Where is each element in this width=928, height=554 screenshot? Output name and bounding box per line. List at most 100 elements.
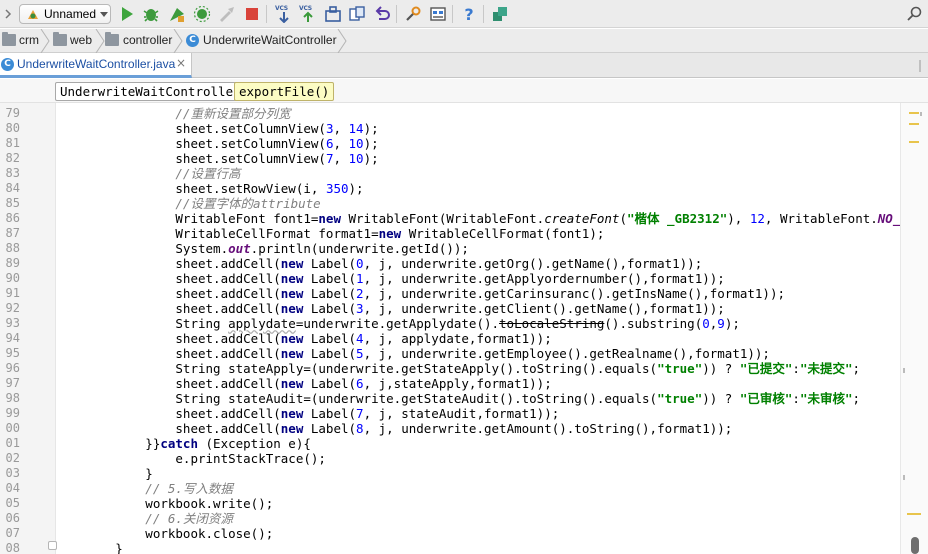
method-bar-class[interactable]: UnderwriteWaitController (55, 82, 246, 101)
code-token: 5 (356, 346, 364, 361)
settings-icon[interactable] (404, 5, 422, 23)
fold-icon[interactable] (48, 541, 57, 550)
code-line[interactable]: sheet.addCell(new Label(7, j, stateAudit… (56, 406, 559, 421)
code-line[interactable]: sheet.setColumnView(6, 10); (56, 136, 378, 151)
code-line[interactable]: WritableCellFormat format1=new WritableC… (56, 226, 604, 241)
line-number: 87 (5, 226, 20, 240)
code-line[interactable]: sheet.setColumnView(3, 14); (56, 121, 378, 136)
code-line[interactable]: WritableFont font1=new WritableFont(Writ… (56, 211, 900, 226)
code-line[interactable]: //设置行高 (56, 166, 240, 181)
svg-text:?: ? (464, 5, 473, 23)
code-line[interactable]: // 6.关闭资源 (56, 511, 233, 526)
code-token: new (280, 331, 304, 346)
code-token: sheet.addCell( (56, 256, 281, 271)
stop-icon[interactable] (243, 5, 261, 23)
build-icon[interactable] (218, 5, 236, 23)
breadcrumb-item-controller[interactable]: controller (105, 29, 181, 53)
code-line[interactable]: sheet.addCell(new Label(5, j, underwrite… (56, 346, 770, 361)
line-number: 94 (5, 331, 20, 345)
code-line[interactable]: sheet.setColumnView(7, 10); (56, 151, 379, 166)
code-token: 8 (356, 421, 364, 436)
line-number: 85 (5, 196, 20, 210)
code-token: new (280, 256, 304, 271)
code-editor[interactable]: //重新设置部分列宽 sheet.setColumnView(3, 14); s… (56, 103, 900, 554)
code-line[interactable]: workbook.write(); (56, 496, 273, 511)
code-line[interactable]: String applydate=underwrite.getApplydate… (56, 316, 739, 331)
code-line[interactable]: e.printStackTrace(); (56, 451, 326, 466)
line-number: 83 (5, 166, 20, 180)
error-stripe-margin[interactable] (900, 103, 928, 554)
code-line[interactable]: String stateApply=(underwrite.getStateAp… (56, 361, 860, 376)
line-number: 90 (5, 271, 20, 285)
breadcrumb-item-class[interactable]: C UnderwriteWaitController (184, 29, 344, 53)
code-line[interactable]: } (56, 541, 123, 554)
method-bar-method[interactable]: exportFile() (234, 82, 335, 101)
code-line[interactable]: System.out.println(underwrite.getId()); (56, 241, 469, 256)
code-line[interactable]: sheet.addCell(new Label(6, j,stateApply,… (56, 376, 551, 391)
tab-underwrite-wait-controller[interactable]: C UnderwriteWaitController.java × (0, 53, 192, 78)
vertical-marker (903, 475, 905, 480)
main-toolbar: Unnamed VCS VCS ? (0, 0, 928, 28)
tab-list-icon[interactable] (913, 59, 927, 73)
vcs-commit-icon[interactable]: VCS (299, 5, 317, 23)
project-structure-icon[interactable] (429, 5, 447, 23)
code-line[interactable]: sheet.setRowView(i, 350); (56, 181, 363, 196)
run-coverage-icon[interactable] (168, 5, 186, 23)
code-token: new (378, 226, 402, 241)
code-line[interactable]: workbook.close(); (56, 526, 273, 541)
code-line[interactable]: } (56, 466, 153, 481)
code-token: 7 (356, 406, 364, 421)
line-number: 89 (5, 256, 20, 270)
help-icon[interactable]: ? (460, 5, 478, 23)
toolbar-separator (396, 5, 397, 23)
run-configuration-select[interactable]: Unnamed (19, 4, 111, 24)
profile-icon[interactable] (193, 5, 211, 23)
line-number: 99 (5, 406, 20, 420)
folder-icon (105, 32, 119, 46)
code-token: new (280, 286, 304, 301)
code-line[interactable]: sheet.addCell(new Label(0, j, underwrite… (56, 256, 702, 271)
code-token: Label( (303, 301, 357, 316)
code-line[interactable]: //设置字体的attribute (56, 196, 320, 211)
undo-icon[interactable] (373, 5, 391, 23)
vcs-compare-icon[interactable] (348, 5, 366, 23)
code-token: toLocaleString (499, 316, 605, 331)
code-line[interactable]: }}catch (Exception e){ (56, 436, 311, 451)
code-line[interactable]: String stateAudit=(underwrite.getStateAu… (56, 391, 860, 406)
warning-marker[interactable] (909, 123, 919, 125)
warning-marker[interactable] (907, 513, 921, 515)
line-number: 93 (5, 316, 20, 330)
debug-icon[interactable] (142, 5, 160, 23)
code-line[interactable]: //重新设置部分列宽 (56, 106, 290, 121)
line-number: 03 (5, 466, 20, 480)
editor-scrollbar-thumb[interactable] (911, 537, 919, 554)
run-icon[interactable] (118, 5, 136, 23)
code-token: 4 (356, 331, 364, 346)
code-token: sheet.addCell( (56, 346, 281, 361)
code-token: )) ? (702, 361, 740, 376)
search-everywhere-icon[interactable] (905, 5, 923, 23)
vcs-history-icon[interactable] (324, 5, 342, 23)
sdk-icon[interactable] (491, 5, 509, 23)
code-token: , (333, 136, 349, 151)
vcs-update-icon[interactable]: VCS (275, 5, 293, 23)
code-token: ); (363, 151, 379, 166)
code-token: 2 (356, 286, 364, 301)
close-icon[interactable]: × (176, 56, 186, 70)
code-line[interactable]: sheet.addCell(new Label(3, j, underwrite… (56, 301, 724, 316)
code-token: 1 (356, 271, 364, 286)
code-line[interactable]: sheet.addCell(new Label(8, j, underwrite… (56, 421, 732, 436)
warning-marker[interactable] (909, 141, 919, 143)
code-line[interactable]: sheet.addCell(new Label(4, j, applydate,… (56, 331, 551, 346)
code-token: ().substring( (604, 316, 703, 331)
code-token: (Exception e){ (198, 436, 311, 451)
toolbar-edge-icon[interactable] (1, 5, 13, 23)
toolbar-separator (483, 5, 484, 23)
warning-marker[interactable] (909, 112, 919, 114)
code-line[interactable]: sheet.addCell(new Label(2, j, underwrite… (56, 286, 785, 301)
code-token: new (280, 421, 304, 436)
code-token: String stateAudit=(underwrite.getStateAu… (56, 391, 658, 406)
code-line[interactable]: // 5.写入数据 (56, 481, 233, 496)
code-token: // 6.关闭资源 (56, 511, 233, 526)
code-line[interactable]: sheet.addCell(new Label(1, j, underwrite… (56, 271, 724, 286)
